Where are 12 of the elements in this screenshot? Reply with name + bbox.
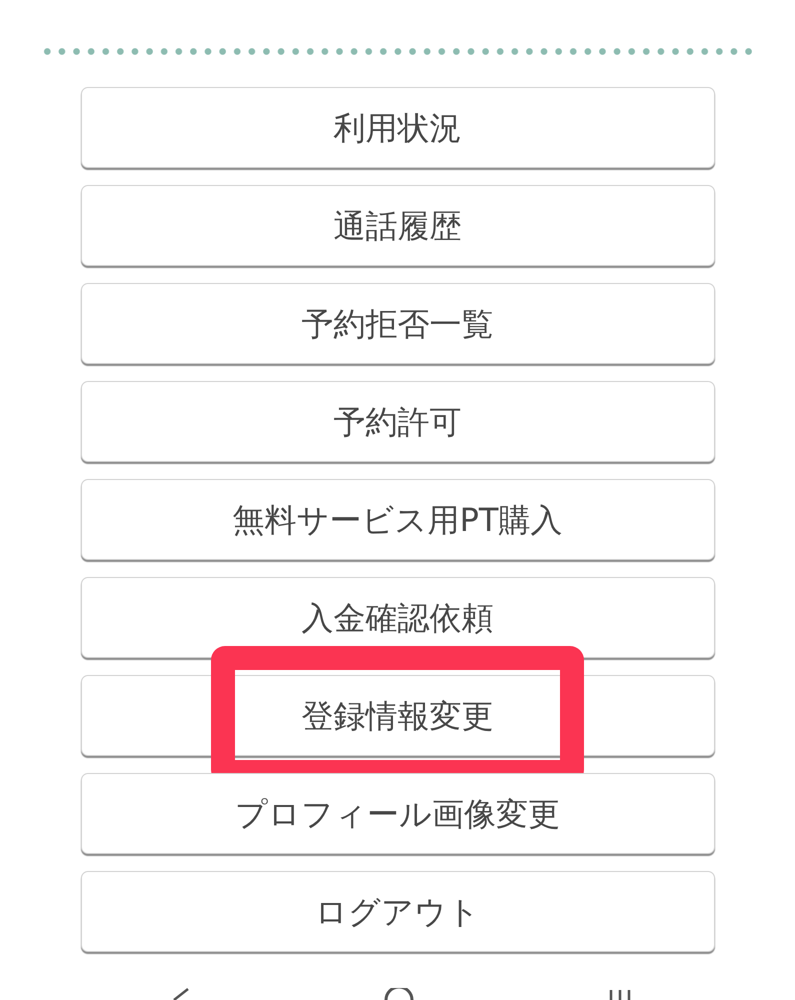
recents-icon[interactable] bbox=[608, 988, 632, 1000]
menu-button[interactable]: 利用状況 bbox=[80, 87, 714, 168]
menu-button[interactable]: 無料サービス用PT購入 bbox=[80, 479, 714, 560]
home-icon[interactable] bbox=[384, 988, 414, 1000]
menu-button[interactable]: ログアウト bbox=[80, 871, 714, 952]
menu-button[interactable]: 通話履歴 bbox=[80, 185, 714, 266]
menu-button[interactable]: プロフィール画像変更 bbox=[80, 773, 714, 854]
menu-button[interactable]: 入金確認依頼 bbox=[80, 577, 714, 658]
menu-button[interactable]: 予約許可 bbox=[80, 381, 714, 462]
menu-button[interactable]: 予約拒否一覧 bbox=[80, 283, 714, 364]
menu-button[interactable]: 登録情報変更 bbox=[80, 675, 714, 756]
back-icon[interactable] bbox=[172, 988, 190, 1000]
